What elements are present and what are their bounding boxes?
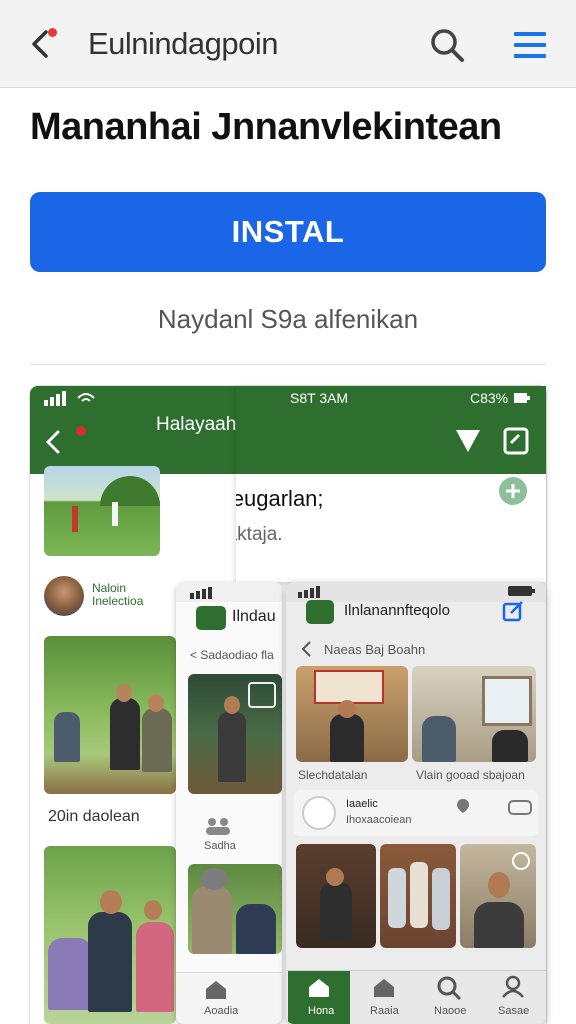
row-subtitle: Ihoxaacoiean [346, 814, 412, 826]
tab-4[interactable]: Sasae [484, 971, 542, 1024]
search-icon [437, 976, 462, 1001]
edit-note-icon[interactable] [502, 426, 530, 456]
tab-2[interactable]: Raaia [356, 971, 414, 1024]
battery-icon [514, 393, 530, 403]
install-subtext: Naydanl S9a alfenikan [157, 304, 419, 334]
detail-nav-bar [236, 410, 546, 474]
tab-3[interactable]: Naooe [420, 971, 478, 1024]
install-button[interactable]: INSTAL [30, 192, 546, 272]
app-screenshot-gallery[interactable]: Ilnlanannfteqolo Naeas Baj Boahn Slechda… [286, 582, 546, 1024]
group-icon [206, 818, 230, 835]
photo-portrait[interactable] [188, 864, 282, 954]
photo-caption-right: Vlain gooad sbajoan [416, 768, 525, 782]
menu-button[interactable] [512, 28, 548, 62]
search-button[interactable] [426, 24, 468, 66]
home-icon[interactable] [204, 979, 228, 1001]
feed-caption: 20in daolean [48, 808, 140, 825]
photo-office[interactable] [412, 666, 536, 762]
row-title: Iaaelic [346, 798, 378, 810]
list-item-label: Naloin Inelectioa [92, 581, 144, 608]
avatar[interactable] [44, 576, 84, 616]
feed-photo-family[interactable] [44, 846, 176, 1024]
icon-label: Sadha [204, 840, 236, 852]
battery-icon [508, 586, 535, 596]
app-screenshot-list[interactable]: Ilndau < Sadaodiao fla Sadha Aoadia [176, 582, 282, 1024]
notification-dot [48, 28, 57, 37]
hamburger-menu-icon [514, 32, 546, 58]
location-icon [457, 799, 469, 813]
feed-photo-field[interactable] [44, 466, 160, 556]
photo-people[interactable] [188, 674, 282, 794]
app-icon [196, 606, 226, 630]
photo-crafts-1[interactable] [296, 844, 376, 948]
tab-label: Naooe [434, 1005, 467, 1017]
back-arrow-icon[interactable] [44, 428, 64, 458]
tab-home[interactable]: Hona [288, 971, 350, 1024]
add-circle-icon[interactable] [498, 476, 528, 506]
photo-meeting[interactable] [296, 666, 408, 762]
signal-icon [298, 586, 320, 598]
page-title: Eulnindagpoin [88, 26, 279, 61]
photo-person[interactable] [460, 844, 536, 948]
filter-icon[interactable] [454, 428, 482, 454]
tab-label: Raaia [370, 1005, 399, 1017]
app-icon [306, 600, 334, 624]
status-bar: S8T 3AM C83% [236, 386, 546, 410]
home-icon [374, 979, 394, 997]
feed-photo-farmers[interactable] [44, 636, 176, 794]
notification-dot [76, 426, 86, 436]
card-title: MIAPeugarlan; [236, 486, 324, 511]
back-arrow-icon[interactable] [300, 640, 314, 658]
bottom-nav: Hona Raaia Naooe Sasae [286, 970, 546, 1024]
status-time: S8T 3AM [290, 390, 349, 406]
edit-icon[interactable] [502, 600, 524, 622]
search-icon [431, 29, 464, 62]
status-bar [176, 582, 282, 602]
chat-icon[interactable] [508, 800, 532, 818]
bottom-nav: Aoadia [176, 972, 282, 1024]
status-battery: C83% [470, 390, 509, 406]
screen-title: Ilndau [232, 608, 276, 625]
card-subtitle: S8alhaktaja. [236, 524, 283, 545]
tab-label: Sasae [498, 1005, 530, 1017]
home-icon [309, 979, 329, 997]
list-row[interactable]: Iaaelic Ihoxaacoiean [294, 790, 538, 836]
back-button[interactable] [22, 24, 62, 64]
breadcrumb: < Sadaodiao fla [190, 648, 274, 662]
profile-icon [502, 975, 524, 998]
tab-label: Aoadia [204, 1005, 239, 1017]
screen-title: Ilnlanannfteqolo [344, 602, 450, 619]
app-screenshot-detail[interactable]: S8T 3AM C83% MIAPeugarlan; S8alhaktaja. [236, 386, 546, 582]
divider [30, 364, 546, 365]
photo-crafts-2[interactable] [380, 844, 456, 948]
photo-caption-left: Slechdatalan [298, 768, 368, 782]
avatar [302, 796, 336, 830]
top-app-bar: Eulnindagpoin [0, 0, 576, 88]
breadcrumb: Naeas Baj Boahn [324, 642, 426, 657]
tab-label: Hona [308, 1005, 335, 1017]
status-bar [286, 582, 546, 602]
signal-icon [190, 587, 212, 599]
app-title: Mananhai Jnnanvlekintean [30, 106, 502, 148]
